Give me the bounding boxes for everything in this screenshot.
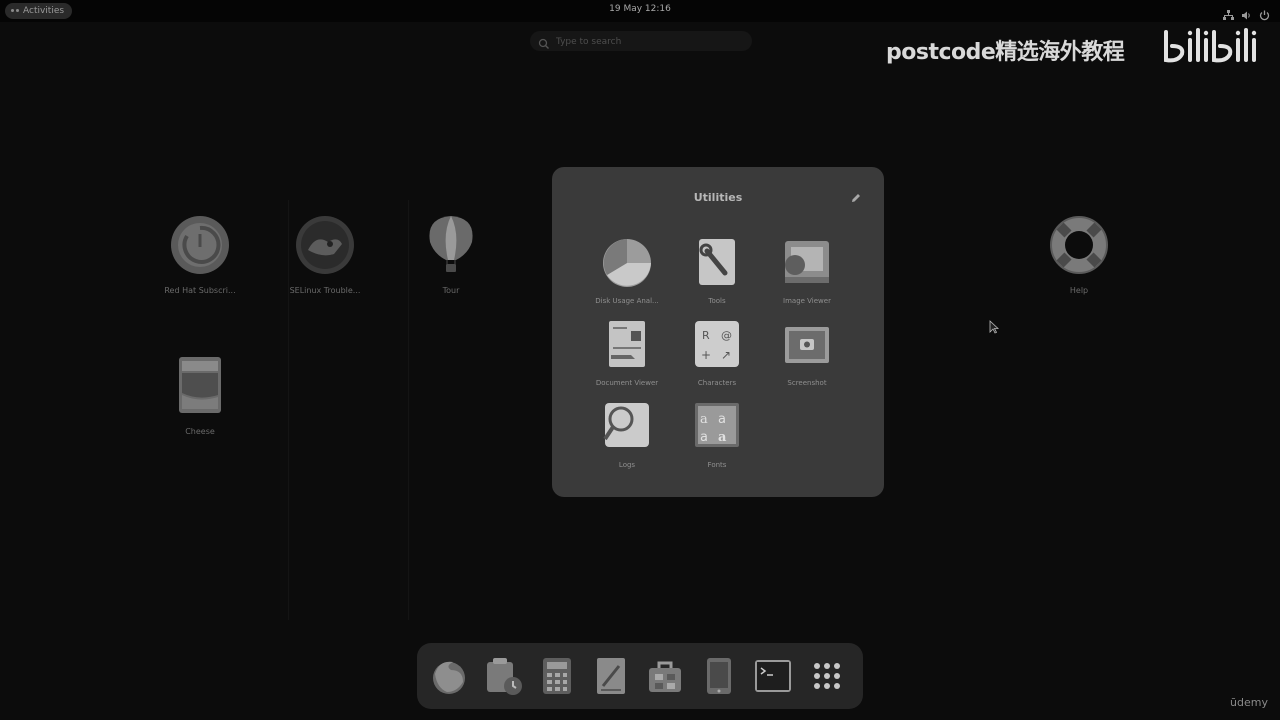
desktop-overview: Activities 19 May 12:16 postcode精选海外教程 [0,0,1280,720]
cheese-icon [179,357,221,413]
folder-title: Utilities [693,191,743,204]
svg-text:↗: ↗ [721,348,731,362]
app-red-hat-subscription[interactable]: Red Hat Subscri... [145,214,255,295]
edit-pencil-icon[interactable] [850,192,862,204]
power-icon [1259,6,1270,20]
utilities-folder-popup: Utilities Disk Usage Anal... Tools Image… [552,167,884,497]
folder-app-document-viewer[interactable]: Document Viewer [577,319,677,387]
firefox-icon[interactable] [429,656,469,696]
software-bag-icon[interactable] [645,656,685,696]
search-icon [538,35,550,49]
fonts-icon: a a a a [695,403,739,447]
svg-text:a: a [718,430,727,445]
app-cheese[interactable]: Cheese [145,355,255,436]
terminal-icon[interactable] [753,656,793,696]
folder-app-characters[interactable]: R @ + ↗ Characters [667,319,767,387]
folder-app-tools[interactable]: Tools [667,237,767,305]
software-update-icon[interactable] [483,656,523,696]
document-viewer-icon [609,321,645,367]
folder-app-image-viewer[interactable]: Image Viewer [757,237,857,305]
app-label: Disk Usage Anal... [595,297,659,305]
top-bar: Activities 19 May 12:16 [0,0,1280,22]
logs-icon [603,403,649,447]
app-label: Tour [442,286,460,295]
folder-app-logs[interactable]: Logs [577,401,677,469]
app-label: Screenshot [787,379,827,387]
folder-app-screenshot[interactable]: Screenshot [757,319,857,387]
app-label: Tools [708,297,726,305]
svg-text:a: a [718,412,726,427]
help-lifebuoy-icon [1050,216,1108,274]
app-label: SELinux Trouble... [289,286,361,295]
redhat-subscription-icon [171,216,229,274]
bilibili-logo-icon [1164,28,1257,63]
search-bar[interactable] [530,31,752,51]
svg-text:a: a [700,412,708,427]
tour-balloon-icon [429,216,473,272]
characters-icon: R @ + ↗ [695,321,739,367]
activities-label: Activities [23,6,65,16]
settings-tablet-icon[interactable] [699,656,739,696]
text-editor-icon[interactable] [591,656,631,696]
activities-dots-icon [11,9,19,13]
selinux-troubleshooter-icon [296,216,354,274]
app-label: Image Viewer [783,297,831,305]
app-label: Red Hat Subscri... [164,286,236,295]
app-label: Characters [697,379,737,387]
system-tray[interactable] [1223,4,1270,20]
volume-icon [1241,6,1252,19]
svg-text:@: @ [721,329,732,342]
app-selinux-troubleshooter[interactable]: SELinux Trouble... [270,214,380,295]
udemy-watermark: ūdemy [1230,696,1268,709]
svg-text:R: R [702,329,710,342]
app-help[interactable]: Help [1024,214,1134,295]
watermark-text: postcode精选海外教程 [886,40,1125,65]
clock[interactable]: 19 May 12:16 [560,4,720,14]
app-label: Logs [618,461,636,469]
svg-text:a: a [700,430,708,445]
mouse-cursor-icon [989,320,999,334]
disk-usage-icon [603,239,651,287]
app-grid-icon[interactable] [807,656,847,696]
folder-app-fonts[interactable]: a a a a Fonts [667,401,767,469]
folder-app-disk-usage[interactable]: Disk Usage Anal... [577,237,677,305]
app-label: Help [1069,286,1089,295]
app-label: Document Viewer [595,379,659,387]
app-tour[interactable]: Tour [396,214,506,295]
screenshot-icon [785,327,829,363]
app-label: Cheese [185,427,215,436]
network-icon [1223,6,1234,20]
search-input[interactable] [554,33,748,51]
activities-button[interactable]: Activities [5,3,73,19]
svg-text:+: + [701,348,711,362]
dock [417,643,863,709]
calculator-icon[interactable] [537,656,577,696]
tools-icon [699,239,735,285]
app-label: Fonts [707,461,727,469]
image-viewer-icon [785,241,829,283]
